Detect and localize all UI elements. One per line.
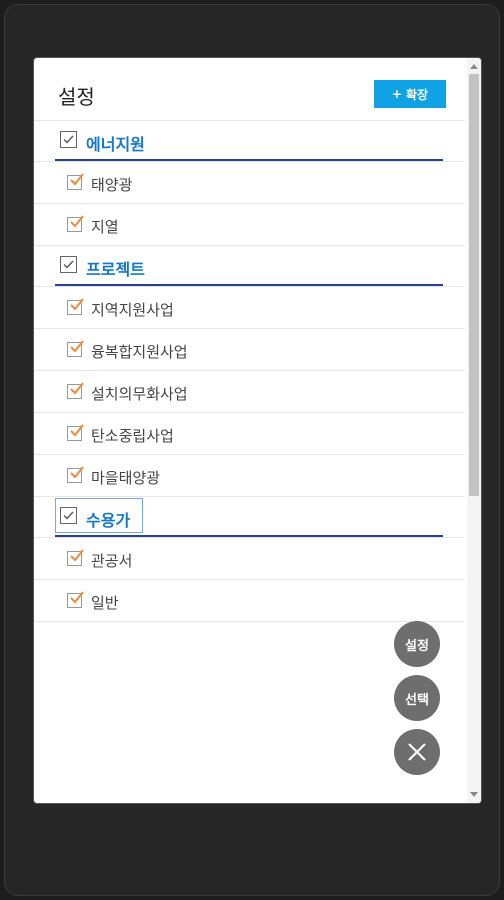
- scroll-up-icon[interactable]: [470, 64, 478, 69]
- vertical-scrollbar[interactable]: [467, 58, 481, 803]
- group-header-project[interactable]: 프로젝트: [34, 245, 465, 286]
- item-label: 지열: [91, 218, 119, 236]
- item-label: 융복합지원사업: [91, 343, 188, 361]
- list-item[interactable]: 마을태양광: [34, 454, 465, 496]
- check-icon: [70, 173, 84, 186]
- item-checkbox[interactable]: [67, 340, 84, 357]
- group-checkbox-project[interactable]: [60, 256, 77, 273]
- check-icon: [63, 260, 74, 269]
- settings-panel: 설정 + 확장 에너지원 태양광 지열 프로젝트 지역지원사업 융복합지원사업 …: [33, 57, 482, 804]
- check-icon: [70, 340, 84, 353]
- group-checkbox-energy[interactable]: [60, 131, 77, 148]
- check-icon: [70, 549, 84, 562]
- item-checkbox[interactable]: [67, 215, 84, 232]
- item-label: 태양광: [91, 176, 133, 194]
- group-header-energy[interactable]: 에너지원: [34, 120, 465, 161]
- check-icon: [63, 135, 74, 144]
- item-checkbox[interactable]: [67, 382, 84, 399]
- list-item[interactable]: 융복합지원사업: [34, 328, 465, 370]
- check-icon: [70, 591, 84, 604]
- check-icon: [70, 215, 84, 228]
- close-icon: [408, 743, 426, 761]
- list-item[interactable]: 일반: [34, 579, 465, 621]
- item-checkbox[interactable]: [67, 466, 84, 483]
- item-checkbox[interactable]: [67, 298, 84, 315]
- expand-button-label: 확장: [405, 87, 429, 102]
- list-item[interactable]: 탄소중립사업: [34, 412, 465, 454]
- group-label: 에너지원: [86, 135, 145, 154]
- item-checkbox[interactable]: [67, 424, 84, 441]
- close-fab-button[interactable]: [394, 729, 440, 775]
- page-title: 설정: [58, 85, 95, 109]
- list-item[interactable]: 관공서: [34, 537, 465, 579]
- scroll-thumb[interactable]: [469, 74, 479, 496]
- plus-icon: +: [391, 87, 402, 101]
- group-label: 프로젝트: [86, 260, 145, 279]
- item-label: 설치의무화사업: [91, 385, 188, 403]
- check-icon: [70, 298, 84, 311]
- item-label: 일반: [91, 594, 119, 612]
- settings-fab-button[interactable]: 설정: [394, 621, 440, 667]
- item-label: 지역지원사업: [91, 301, 174, 319]
- group-checkbox-consumer[interactable]: [60, 507, 77, 524]
- scroll-down-icon[interactable]: [470, 792, 478, 797]
- item-checkbox[interactable]: [67, 549, 84, 566]
- item-label: 마을태양광: [91, 469, 161, 487]
- select-fab-button[interactable]: 선택: [394, 675, 440, 721]
- device-frame: 설정 + 확장 에너지원 태양광 지열 프로젝트 지역지원사업 융복합지원사업 …: [4, 4, 500, 896]
- expand-button[interactable]: + 확장: [374, 80, 446, 108]
- item-label: 탄소중립사업: [91, 427, 174, 445]
- item-label: 관공서: [91, 552, 133, 570]
- group-header-consumer[interactable]: 수용가: [34, 496, 465, 537]
- check-icon: [63, 511, 74, 520]
- check-icon: [70, 424, 84, 437]
- panel-header: 설정 + 확장: [34, 58, 465, 120]
- list-item[interactable]: 태양광: [34, 161, 465, 203]
- list-item[interactable]: 지열: [34, 203, 465, 245]
- settings-list: 에너지원 태양광 지열 프로젝트 지역지원사업 융복합지원사업 설치의무화사업 …: [34, 120, 465, 623]
- check-icon: [70, 382, 84, 395]
- list-divider: [34, 621, 465, 623]
- group-label: 수용가: [86, 511, 131, 530]
- check-icon: [70, 466, 84, 479]
- list-item[interactable]: 지역지원사업: [34, 286, 465, 328]
- item-checkbox[interactable]: [67, 591, 84, 608]
- item-checkbox[interactable]: [67, 173, 84, 190]
- list-item[interactable]: 설치의무화사업: [34, 370, 465, 412]
